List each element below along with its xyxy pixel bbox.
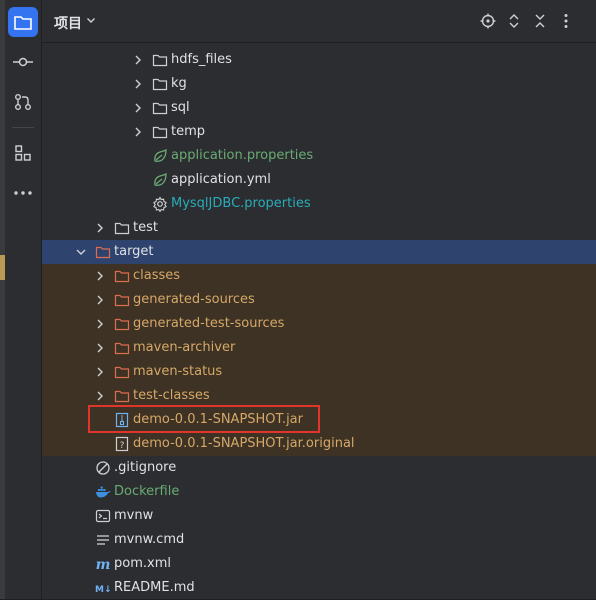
folder-icon: [114, 222, 130, 235]
tree-item-classes[interactable]: classes: [42, 264, 596, 288]
tree-item-label: Dockerfile: [114, 484, 180, 499]
folder-icon: [152, 54, 168, 67]
tree-item-test[interactable]: test: [42, 216, 596, 240]
structure-icon[interactable]: [8, 138, 38, 168]
chevron-right-icon[interactable]: [132, 78, 144, 90]
tree-item-mvnw[interactable]: mvnw: [42, 504, 596, 528]
chevron-right-icon[interactable]: [94, 342, 106, 354]
tree-item-label: test-classes: [133, 388, 210, 403]
svg-text:?: ?: [120, 441, 125, 451]
folder-icon: [152, 126, 168, 139]
tree-item-label: application.yml: [171, 172, 271, 187]
markdown-icon: M↓: [95, 585, 111, 595]
project-icon[interactable]: [8, 7, 38, 37]
tree-item-label: mvnw.cmd: [114, 532, 185, 547]
tree-item-label: application.properties: [171, 148, 314, 163]
tree-item-label: generated-test-sources: [133, 316, 285, 331]
highlight-box: [88, 405, 320, 433]
excluded-folder-icon: [114, 318, 130, 331]
chevron-right-icon[interactable]: [94, 318, 106, 330]
svg-text:M↓: M↓: [95, 585, 111, 595]
tree-item-mysql-properties[interactable]: MysqlJDBC.properties: [42, 192, 596, 216]
tree-item-generated-test-sources[interactable]: generated-test-sources: [42, 312, 596, 336]
tree-item-label: .gitignore: [114, 460, 177, 475]
tree-item-temp[interactable]: temp: [42, 120, 596, 144]
chevron-down-icon[interactable]: [86, 15, 96, 25]
excluded-folder-icon: [114, 270, 130, 283]
panel-header: 项目: [42, 0, 596, 43]
tree-item-pom[interactable]: m pom.xml: [42, 552, 596, 576]
tree-item-label: generated-sources: [133, 292, 255, 307]
tree-item-label: mvnw: [114, 508, 154, 523]
locate-icon[interactable]: [480, 13, 496, 29]
text-file-icon: [97, 535, 109, 545]
chevron-right-icon[interactable]: [132, 54, 144, 66]
tree-item-label: README.md: [114, 580, 195, 595]
collapse-all-icon[interactable]: [532, 13, 548, 29]
chevron-right-icon[interactable]: [94, 270, 106, 282]
tree-item-mvnw-cmd[interactable]: mvnw.cmd: [42, 528, 596, 552]
spring-config-icon: [154, 172, 167, 186]
tree-item-label: demo-0.0.1-SNAPSHOT.jar.original: [133, 436, 355, 451]
tree-item-hdfs-files[interactable]: hdfs_files: [42, 48, 596, 72]
tree-item-application-yml[interactable]: application.yml: [42, 168, 596, 192]
tree-item-application-properties[interactable]: application.properties: [42, 144, 596, 168]
excluded-folder-icon: [114, 390, 130, 403]
panel-title[interactable]: 项目: [54, 13, 82, 33]
docker-icon: [96, 486, 111, 498]
chevron-right-icon[interactable]: [94, 366, 106, 378]
tree-item-label: maven-status: [133, 364, 223, 379]
chevron-right-icon[interactable]: [132, 126, 144, 138]
tree-item-label: kg: [171, 76, 187, 91]
tree-item-generated-sources[interactable]: generated-sources: [42, 288, 596, 312]
excluded-folder-icon: [114, 294, 130, 307]
commit-icon[interactable]: [8, 47, 38, 77]
settings-gear-icon: [153, 196, 167, 212]
chevron-right-icon[interactable]: [132, 102, 144, 114]
project-tree: hdfs_files kg sql temp application.prope…: [42, 43, 596, 599]
more-options-icon[interactable]: [558, 13, 574, 29]
tree-item-jar-original[interactable]: ? demo-0.0.1-SNAPSHOT.jar.original: [42, 432, 596, 456]
tree-item-maven-archiver[interactable]: maven-archiver: [42, 336, 596, 360]
tree-item-gitignore[interactable]: .gitignore: [42, 456, 596, 480]
ignore-file-icon: [96, 461, 110, 475]
tree-item-label: MysqlJDBC.properties: [171, 196, 311, 211]
unknown-file-icon: ?: [115, 436, 129, 452]
excluded-folder-icon: [114, 342, 130, 355]
excluded-folder-icon: [114, 366, 130, 379]
more-icon[interactable]: [8, 178, 38, 208]
chevron-right-icon[interactable]: [94, 390, 106, 402]
tree-item-maven-status[interactable]: maven-status: [42, 360, 596, 384]
expand-collapse-icon[interactable]: [506, 13, 522, 29]
tree-item-dockerfile[interactable]: Dockerfile: [42, 480, 596, 504]
tree-item-kg[interactable]: kg: [42, 72, 596, 96]
tree-item-sql[interactable]: sql: [42, 96, 596, 120]
project-panel: 项目 hdfs_files kg sql temp application.pr…: [42, 0, 596, 599]
tree-item-label: sql: [171, 100, 190, 115]
spring-config-icon: [154, 148, 167, 162]
chevron-right-icon[interactable]: [94, 222, 106, 234]
tree-item-target[interactable]: target: [42, 240, 596, 264]
tree-item-label: target: [114, 244, 154, 259]
svg-text:m: m: [96, 557, 111, 572]
folder-icon: [152, 78, 168, 91]
maven-icon: m: [96, 557, 111, 572]
folder-icon: [95, 246, 111, 259]
pull-requests-icon[interactable]: [8, 87, 38, 117]
tree-item-label: pom.xml: [114, 556, 171, 571]
chevron-down-icon[interactable]: [75, 246, 87, 258]
tool-window-rail: [5, 0, 42, 599]
tree-item-label: temp: [171, 124, 206, 139]
chevron-right-icon[interactable]: [94, 294, 106, 306]
tree-item-readme[interactable]: M↓ README.md: [42, 576, 596, 600]
tree-item-label: test: [133, 220, 158, 235]
tree-item-label: hdfs_files: [171, 52, 232, 67]
tree-item-label: classes: [133, 268, 181, 283]
folder-icon: [152, 102, 168, 115]
tree-item-label: maven-archiver: [133, 340, 236, 355]
shell-script-icon: [95, 509, 111, 523]
